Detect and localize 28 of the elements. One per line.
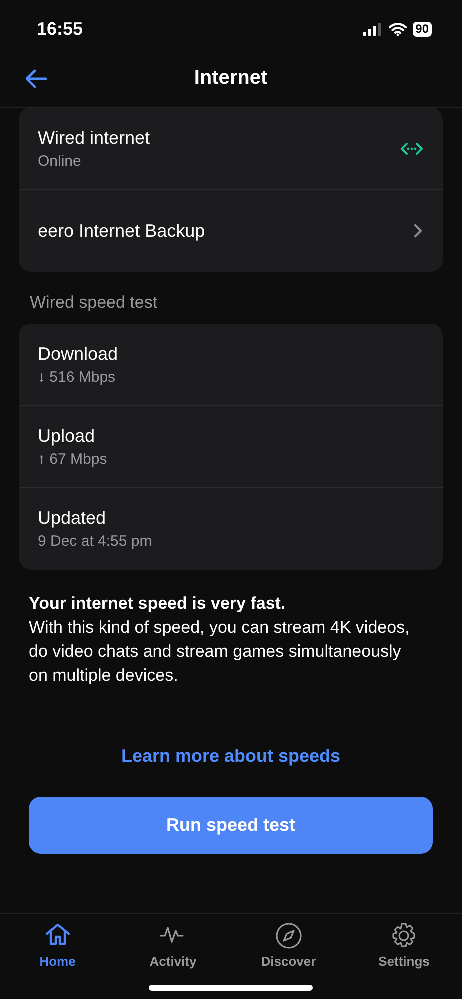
backup-row[interactable]: eero Internet Backup — [19, 190, 443, 272]
tab-item[interactable]: Settings — [346, 922, 462, 969]
row-title: eero Internet Backup — [38, 220, 206, 243]
wifi-icon — [388, 22, 407, 36]
chevron-icon — [414, 224, 423, 238]
summary-heading: Your internet speed is very fast. — [29, 593, 287, 615]
summary-text: With this kind of speed, you can stream 4K videos, do video chats and stream games simultaneously on multiple devices. — [29, 617, 411, 687]
learn-more-link[interactable]: Learn more about speeds — [121, 746, 341, 767]
ethernet-icon — [401, 142, 423, 154]
row-title: Download — [38, 342, 118, 366]
battery-level: 90 — [412, 22, 432, 36]
tab-item[interactable]: Home — [0, 922, 116, 969]
row-value: ↑ 67 Mbps — [38, 450, 108, 470]
row-title: Updated — [38, 507, 108, 530]
settings-icon — [390, 922, 418, 950]
status-time: 16:55 — [37, 18, 84, 40]
tab-item[interactable]: Activity — [116, 922, 231, 969]
section-label: Wired speed test — [30, 293, 159, 313]
row-title: Wired internet — [38, 126, 150, 150]
signal-icon — [362, 22, 383, 36]
tab-item[interactable]: Discover — [231, 922, 346, 969]
screen-title: Internet — [194, 67, 268, 90]
back-button[interactable] — [24, 68, 50, 90]
row-value: 9 Dec at 4:55 pm — [38, 532, 152, 552]
row-title: Upload — [38, 424, 96, 448]
row-status: Online — [38, 152, 82, 172]
row-value: ↓ 516 Mbps — [38, 368, 117, 388]
compass-icon — [274, 922, 303, 950]
